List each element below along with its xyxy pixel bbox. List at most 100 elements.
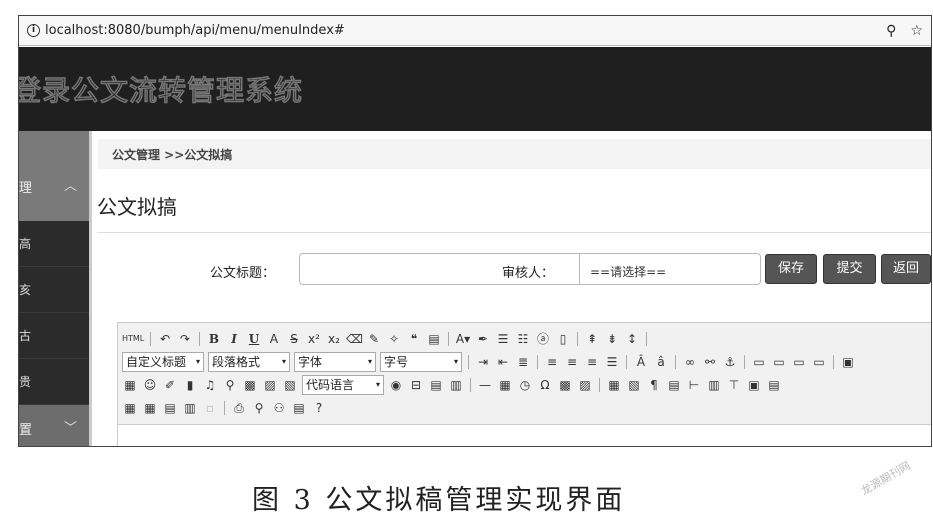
image-right-icon[interactable]: ▭ xyxy=(791,354,807,370)
ordered-list-icon[interactable]: ☰ xyxy=(495,331,511,347)
link-icon[interactable]: ∞ xyxy=(682,354,698,370)
horizontal-rule-icon[interactable]: — xyxy=(477,377,493,393)
sidebar-item-review[interactable]: 亥 xyxy=(19,267,89,313)
page-break-icon[interactable]: ⊟ xyxy=(408,377,424,393)
split-cells-icon[interactable]: ▦ xyxy=(142,400,158,416)
simple-upload-icon[interactable]: ▣ xyxy=(840,354,856,370)
insert-row-icon[interactable]: ▤ xyxy=(666,377,682,393)
drafts-icon[interactable]: ▤ xyxy=(291,400,307,416)
pin-icon[interactable]: ⚲ xyxy=(886,23,896,39)
blockquote-icon[interactable]: ❝ xyxy=(406,331,422,347)
editor-content-area[interactable] xyxy=(118,425,931,446)
auto-format-icon[interactable]: ✧ xyxy=(386,331,402,347)
merge-cells-icon[interactable]: ▣ xyxy=(746,377,762,393)
image-left-icon[interactable]: ▭ xyxy=(771,354,787,370)
search-replace-icon[interactable]: ⚇ xyxy=(271,400,287,416)
superscript-icon[interactable]: x² xyxy=(306,331,322,347)
web-image-icon[interactable]: ▥ xyxy=(448,377,464,393)
time-icon[interactable]: ◷ xyxy=(517,377,533,393)
sidebar-item-publish[interactable]: 古 xyxy=(19,313,89,359)
image-none-icon[interactable]: ▭ xyxy=(751,354,767,370)
url-text[interactable]: localhost:8080/bumph/api/menu/menuIndex# xyxy=(45,23,886,38)
date-icon[interactable]: ▦ xyxy=(497,377,513,393)
align-left-icon[interactable]: ≡ xyxy=(544,354,560,370)
format-brush-icon[interactable]: ✎ xyxy=(366,331,382,347)
address-bar[interactable]: i localhost:8080/bumph/api/menu/menuInde… xyxy=(19,16,931,46)
sidebar-item-archive[interactable]: 贵 xyxy=(19,359,89,405)
align-justify-icon[interactable]: ☰ xyxy=(604,354,620,370)
music-icon[interactable]: ♫ xyxy=(202,377,218,393)
undo-icon[interactable]: ↶ xyxy=(157,331,173,347)
special-chars-icon[interactable]: Ω xyxy=(537,377,553,393)
highlight-color-icon[interactable]: ✒ xyxy=(475,331,491,347)
font-border-icon[interactable]: Ａ xyxy=(266,331,282,347)
star-icon[interactable]: ☆ xyxy=(910,23,923,39)
row-spacing-top-icon[interactable]: ⇞ xyxy=(584,331,600,347)
font-size-select[interactable]: 字号 ▾ xyxy=(380,351,462,372)
insert-paragraph-icon[interactable]: ¶ xyxy=(646,377,662,393)
sidebar-group-settings[interactable]: 置 ﹀ xyxy=(19,405,89,446)
reviewer-select[interactable]: ==请选择== xyxy=(579,253,761,285)
lowercase-icon[interactable]: â xyxy=(653,354,669,370)
font-family-select[interactable]: 字体 ▾ xyxy=(294,351,376,372)
html-source-icon[interactable]: HTML xyxy=(122,331,144,347)
line-height-icon[interactable]: ↕ xyxy=(624,331,640,347)
split-rows-icon[interactable]: ▤ xyxy=(162,400,178,416)
back-button[interactable]: 返回 xyxy=(881,254,931,284)
strikethrough-icon[interactable]: S̶ xyxy=(286,331,302,347)
chevron-up-icon[interactable]: ︿ xyxy=(64,175,77,194)
emotion-icon[interactable]: ☺ xyxy=(142,377,158,393)
background-icon[interactable]: ▤ xyxy=(428,377,444,393)
subscript-icon[interactable]: x₂ xyxy=(326,331,342,347)
template-icon[interactable]: ◉ xyxy=(388,377,404,393)
align-right-icon[interactable]: ≡ xyxy=(584,354,600,370)
print-icon[interactable]: ⎙ xyxy=(231,400,247,416)
map-icon[interactable]: ▩ xyxy=(242,377,258,393)
underline-icon[interactable]: U xyxy=(246,331,262,347)
merge-right-icon[interactable]: ▤ xyxy=(766,377,782,393)
custom-title-select[interactable]: 自定义标题 ▾ xyxy=(122,351,204,372)
clear-doc-icon[interactable]: ▯ xyxy=(555,331,571,347)
sidebar-group-management[interactable]: 理 ︿ xyxy=(19,131,89,221)
insert-frame-icon[interactable]: ▧ xyxy=(282,377,298,393)
align-center-icon[interactable]: ≡ xyxy=(564,354,580,370)
sidebar-item-draft[interactable]: 高 xyxy=(19,221,89,267)
insert-col-icon[interactable]: ▥ xyxy=(706,377,722,393)
chevron-down-icon[interactable]: ﹀ xyxy=(64,417,77,436)
image-center-icon[interactable]: ▭ xyxy=(811,354,827,370)
delete-col-icon[interactable]: ⊤ xyxy=(726,377,742,393)
unlink-icon[interactable]: ⚯ xyxy=(702,354,718,370)
indent-icon[interactable]: ≣ xyxy=(515,354,531,370)
delete-row-icon[interactable]: ⊢ xyxy=(686,377,702,393)
bold-icon[interactable]: B xyxy=(206,331,222,347)
anchor-icon[interactable]: ⚓ xyxy=(722,354,738,370)
chart-icon[interactable]: ▫ xyxy=(202,400,218,416)
unordered-list-icon[interactable]: ☷ xyxy=(515,331,531,347)
save-button[interactable]: 保存 xyxy=(765,254,817,284)
preview-icon[interactable]: ⚲ xyxy=(251,400,267,416)
gmap-icon[interactable]: ▨ xyxy=(262,377,278,393)
select-all-icon[interactable]: ⓐ xyxy=(535,331,551,347)
direction-ltr-icon[interactable]: ⇥ xyxy=(475,354,491,370)
wordimage-icon[interactable]: ▨ xyxy=(577,377,593,393)
scrawl-icon[interactable]: ✐ xyxy=(162,377,178,393)
paragraph-select[interactable]: 段落格式 ▾ xyxy=(208,351,290,372)
redo-icon[interactable]: ↷ xyxy=(177,331,193,347)
insert-video-icon[interactable]: ▮ xyxy=(182,377,198,393)
direction-rtl-icon[interactable]: ⇤ xyxy=(495,354,511,370)
italic-icon[interactable]: I xyxy=(226,331,242,347)
code-language-select[interactable]: 代码语言 ▾ xyxy=(302,374,384,395)
uppercase-icon[interactable]: Â xyxy=(633,354,649,370)
delete-table-icon[interactable]: ▧ xyxy=(626,377,642,393)
merge-down-icon[interactable]: ▦ xyxy=(122,400,138,416)
help-icon[interactable]: ? xyxy=(311,400,327,416)
snapscreen-icon[interactable]: ▩ xyxy=(557,377,573,393)
attachment-icon[interactable]: ⚲ xyxy=(222,377,238,393)
font-color-icon[interactable]: A▾ xyxy=(455,331,471,347)
submit-button[interactable]: 提交 xyxy=(823,254,876,284)
insert-image-icon[interactable]: ▦ xyxy=(122,377,138,393)
row-spacing-bottom-icon[interactable]: ⇟ xyxy=(604,331,620,347)
split-cols-icon[interactable]: ▥ xyxy=(182,400,198,416)
insert-table-icon[interactable]: ▦ xyxy=(606,377,622,393)
info-icon[interactable]: i xyxy=(27,24,40,37)
